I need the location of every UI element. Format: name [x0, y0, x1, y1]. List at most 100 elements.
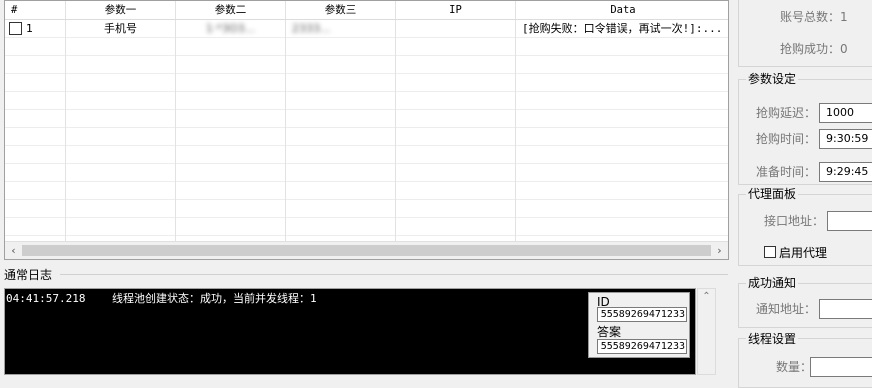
empty-table-row	[5, 164, 728, 182]
empty-cell	[66, 164, 176, 182]
empty-cell	[286, 56, 396, 74]
row-ip	[396, 20, 516, 38]
empty-table-row	[5, 218, 728, 236]
thread-group-title: 线程设置	[746, 332, 799, 346]
empty-cell	[516, 146, 728, 164]
empty-cell	[176, 182, 286, 200]
header-param2[interactable]: 参数二	[176, 1, 286, 19]
accounts-table: # 参数一 参数二 参数三 IP Data 1 手机号 1·*3O3... 23…	[4, 0, 729, 260]
buy-time-label: 抢购时间：	[756, 132, 817, 146]
empty-cell	[5, 38, 66, 56]
purchase-success-value: 0	[840, 42, 848, 56]
empty-table-row	[5, 200, 728, 218]
purchase-success-label-text: 抢购成功：	[780, 42, 841, 56]
empty-cell	[286, 218, 396, 236]
empty-cell	[5, 92, 66, 110]
table-row[interactable]: 1 手机号 1·*3O3... 2333... [抢购失败：口令错误，再试一次!…	[5, 20, 728, 38]
notify-group-title: 成功通知	[746, 276, 799, 290]
api-address-input[interactable]	[827, 211, 872, 231]
scroll-thumb[interactable]	[22, 245, 711, 256]
empty-cell	[396, 128, 516, 146]
popup-id-field[interactable]: 55589269471233	[597, 307, 687, 322]
empty-cell	[5, 146, 66, 164]
row-checkbox[interactable]	[9, 21, 22, 35]
delay-input[interactable]: 1000	[819, 103, 872, 123]
params-group-title: 参数设定	[746, 72, 799, 86]
captcha-popup: ID 55589269471233 答案 55589269471233	[588, 292, 690, 358]
empty-cell	[516, 128, 728, 146]
empty-cell	[66, 56, 176, 74]
empty-cell	[5, 164, 66, 182]
empty-cell	[66, 74, 176, 92]
row-param2: 1·*3O3...	[176, 20, 286, 38]
empty-cell	[176, 146, 286, 164]
empty-cell	[396, 38, 516, 56]
empty-cell	[286, 182, 396, 200]
empty-cell	[396, 74, 516, 92]
empty-cell	[286, 146, 396, 164]
empty-cell	[516, 38, 728, 56]
header-param3[interactable]: 参数三	[286, 1, 396, 19]
popup-answer-field[interactable]: 55589269471233	[597, 339, 687, 354]
horizontal-scrollbar[interactable]: ‹ ›	[5, 241, 728, 259]
prep-time-input[interactable]: 9:29:45	[819, 162, 872, 182]
empty-cell	[176, 218, 286, 236]
empty-cell	[396, 200, 516, 218]
empty-cell	[66, 128, 176, 146]
empty-cell	[286, 74, 396, 92]
empty-cell	[176, 56, 286, 74]
empty-table-row	[5, 146, 728, 164]
log-label: 通常日志	[4, 268, 53, 282]
popup-answer-label: 答案	[597, 325, 622, 339]
header-index[interactable]: #	[5, 1, 66, 19]
empty-cell	[176, 38, 286, 56]
log-divider	[60, 274, 728, 275]
empty-cell	[66, 110, 176, 128]
empty-cell	[396, 56, 516, 74]
enable-proxy-label[interactable]: 启用代理	[779, 246, 827, 260]
header-ip[interactable]: IP	[396, 1, 516, 19]
empty-table-row	[5, 128, 728, 146]
account-total-label: 账号总数：1	[780, 10, 848, 24]
empty-cell	[396, 164, 516, 182]
buy-time-input[interactable]: 9:30:59	[819, 129, 872, 149]
delay-label: 抢购延迟：	[756, 106, 817, 120]
table-header: # 参数一 参数二 参数三 IP Data	[5, 1, 728, 20]
empty-table-row	[5, 56, 728, 74]
notify-address-input[interactable]	[819, 299, 872, 319]
row-index-cell: 1	[5, 20, 66, 38]
scroll-up-icon[interactable]: ⌃	[698, 291, 715, 302]
api-address-label: 接口地址：	[764, 214, 825, 228]
header-data[interactable]: Data	[516, 1, 728, 19]
settings-panel: 账号总数：1 抢购成功：0 参数设定 抢购延迟： 1000 抢购时间： 9:30…	[734, 0, 872, 388]
empty-table-row	[5, 92, 728, 110]
empty-cell	[516, 56, 728, 74]
empty-cell	[286, 38, 396, 56]
empty-cell	[5, 74, 66, 92]
scroll-right-icon[interactable]: ›	[711, 242, 728, 259]
empty-cell	[66, 92, 176, 110]
empty-cell	[66, 200, 176, 218]
empty-table-row	[5, 110, 728, 128]
prep-time-label: 准备时间：	[756, 165, 817, 179]
empty-cell	[516, 74, 728, 92]
empty-cell	[516, 92, 728, 110]
log-vertical-scrollbar[interactable]: ⌃	[697, 288, 716, 375]
empty-cell	[176, 74, 286, 92]
empty-cell	[396, 146, 516, 164]
empty-cell	[176, 92, 286, 110]
empty-table-row	[5, 74, 728, 92]
empty-cell	[66, 218, 176, 236]
empty-cell	[286, 92, 396, 110]
log-line: 04:41:57.218 线程池创建状态：成功，当前并发线程：1	[6, 292, 317, 305]
empty-cell	[5, 128, 66, 146]
scroll-left-icon[interactable]: ‹	[5, 242, 22, 259]
header-param1[interactable]: 参数一	[66, 1, 176, 19]
empty-cell	[286, 128, 396, 146]
empty-cell	[396, 182, 516, 200]
empty-cell	[5, 110, 66, 128]
empty-cell	[5, 200, 66, 218]
enable-proxy-checkbox[interactable]	[764, 246, 776, 258]
thread-count-input[interactable]	[810, 357, 872, 377]
empty-cell	[5, 182, 66, 200]
